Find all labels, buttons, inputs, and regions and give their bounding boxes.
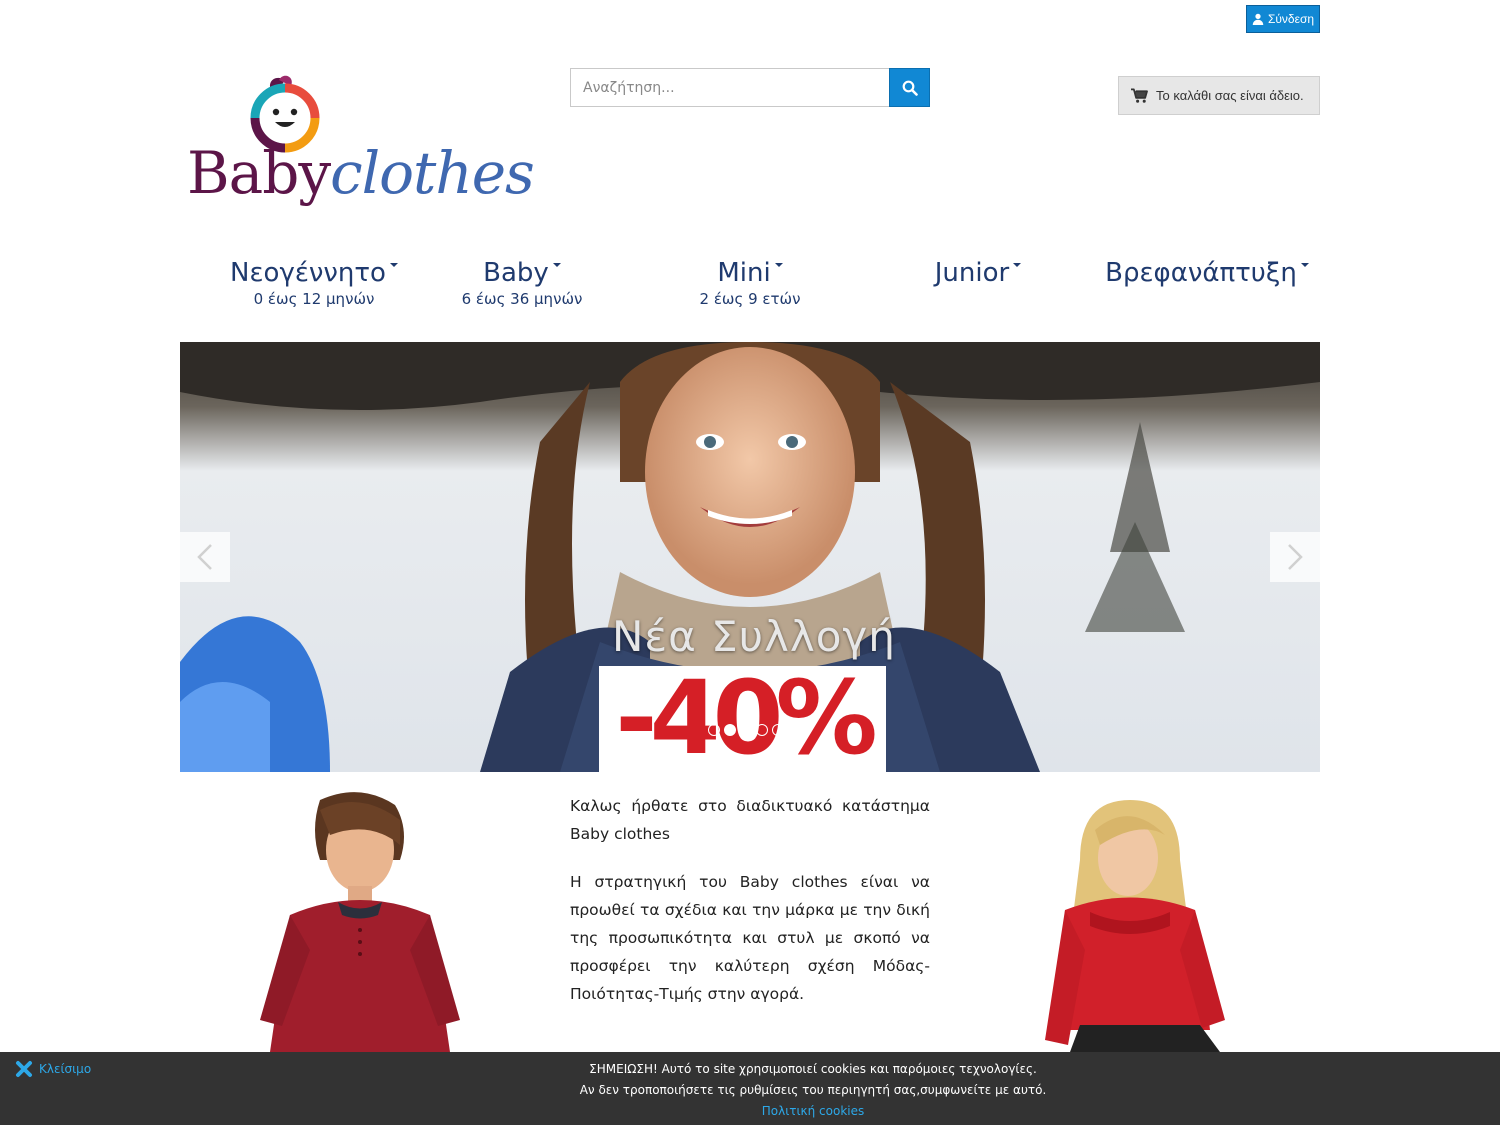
discount-text: -40%: [615, 659, 877, 772]
cookie-bar: Κλείσιμο ΣΗΜΕΙΩΣΗ! Αυτό το site χρησιμοπ…: [0, 1052, 1500, 1125]
logo-clothes: clothes: [330, 139, 535, 207]
cookie-policy-link[interactable]: Πολιτική cookies: [0, 1101, 1500, 1122]
boy-model-image: [250, 790, 470, 1052]
nav-sub-mini: 2 έως 9 ετών: [699, 290, 801, 308]
search-icon: [902, 80, 918, 96]
nav-title-newborn: Νεογέννητο: [230, 258, 386, 288]
logo-baby: Baby: [187, 139, 331, 207]
nav-sub-newborn: 0 έως 12 μηνών: [253, 290, 375, 308]
main-nav: Νεογέννητο 0 έως 12 μηνών Baby 6 έως 36 …: [180, 258, 1320, 318]
user-icon: [1252, 13, 1264, 25]
caret-down-icon: [389, 263, 398, 267]
cookie-line-1: ΣΗΜΕΙΩΣΗ! Αυτό το site χρησιμοποιεί cook…: [589, 1062, 1037, 1076]
site-logo[interactable]: Babyclothes: [183, 72, 535, 222]
caret-down-icon: [1013, 263, 1022, 267]
logo-wordmark: Babyclothes: [187, 144, 535, 202]
chevron-right-icon: [1288, 544, 1303, 570]
slider-next-button[interactable]: [1270, 532, 1320, 582]
welcome-body: Η στρατηγική του Baby clothes είναι να π…: [570, 873, 930, 1003]
girl-model-image: [1040, 800, 1240, 1052]
welcome-text: Καλως ήρθατε στο διαδικτυακό κατάστημα B…: [570, 792, 930, 1008]
caret-down-icon: [774, 263, 783, 267]
hero-slider[interactable]: Νέα Συλλογή -40%: [180, 342, 1320, 772]
slider-dots: [708, 724, 784, 736]
nav-title-mini: Mini: [717, 258, 771, 288]
nav-sub-baby: 6 έως 36 μηνών: [461, 290, 583, 308]
login-button[interactable]: Σύνδεση: [1246, 5, 1320, 33]
search-button[interactable]: [889, 68, 930, 107]
slide-caption: Νέα Συλλογή: [612, 612, 896, 661]
nav-item-nursery[interactable]: Βρεφανάπτυξη: [1102, 258, 1312, 290]
cart-label: Το καλάθι σας είναι άδειο.: [1156, 88, 1304, 103]
slider-prev-button[interactable]: [180, 532, 230, 582]
slider-dot[interactable]: [772, 724, 784, 736]
nav-item-baby[interactable]: Baby 6 έως 36 μηνών: [422, 258, 622, 308]
cart-icon: [1131, 88, 1148, 103]
discount-badge: -40%: [599, 666, 886, 772]
welcome-heading: Καλως ήρθατε στο διαδικτυακό κατάστημα B…: [570, 797, 930, 843]
chevron-left-icon: [197, 544, 212, 570]
cookie-message: ΣΗΜΕΙΩΣΗ! Αυτό το site χρησιμοποιεί cook…: [0, 1059, 1500, 1122]
nav-title-baby: Baby: [483, 258, 549, 288]
login-label: Σύνδεση: [1267, 12, 1315, 26]
search-bar: [570, 68, 930, 107]
slider-dot[interactable]: [756, 724, 768, 736]
search-input[interactable]: [570, 68, 889, 107]
slider-dot[interactable]: [740, 724, 752, 736]
cookie-line-2: Αν δεν τροποποιήσετε τις ρυθμίσεις του π…: [579, 1083, 1047, 1097]
nav-title-junior: Junior: [934, 258, 1010, 288]
caret-down-icon: [552, 263, 561, 267]
caret-down-icon: [1300, 263, 1309, 267]
nav-item-newborn[interactable]: Νεογέννητο 0 έως 12 μηνών: [214, 258, 414, 308]
nav-title-nursery: Βρεφανάπτυξη: [1105, 258, 1297, 288]
nav-item-mini[interactable]: Mini 2 έως 9 ετών: [650, 258, 850, 308]
slider-dot[interactable]: [708, 724, 720, 736]
nav-item-junior[interactable]: Junior: [878, 258, 1078, 290]
slider-dot-active[interactable]: [724, 724, 736, 736]
cart-button[interactable]: Το καλάθι σας είναι άδειο.: [1118, 76, 1320, 115]
